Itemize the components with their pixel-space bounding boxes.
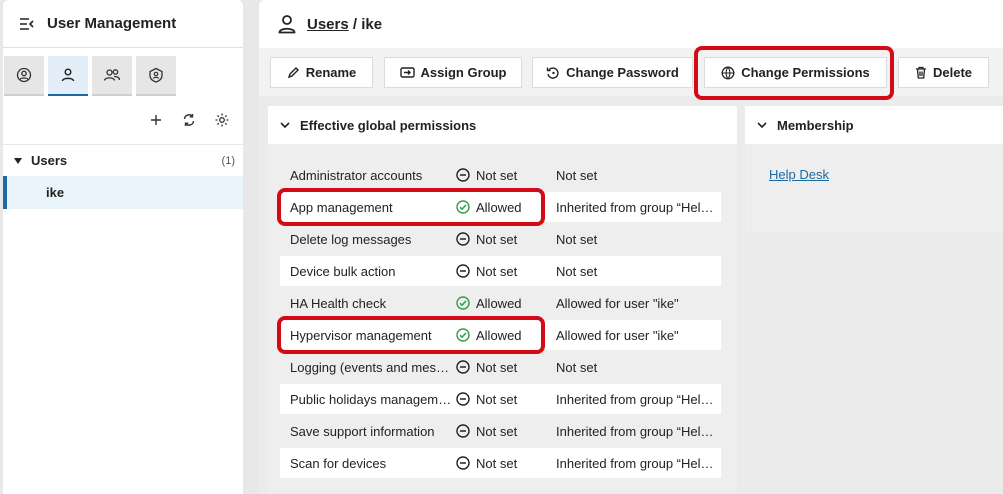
permission-name: HA Health check [290, 295, 387, 311]
icon-tabs [3, 56, 243, 96]
check-circle-icon [456, 296, 470, 310]
membership-header[interactable]: Membership [745, 106, 1003, 144]
minus-circle-icon [456, 360, 470, 374]
user-circle-icon[interactable] [4, 56, 44, 96]
permission-name: Device bulk action [290, 263, 396, 279]
minus-circle-icon [456, 168, 470, 182]
permission-status-label: Not set [476, 423, 518, 439]
minus-circle-icon [456, 232, 470, 246]
permission-source: Not set [556, 231, 598, 247]
permission-status-label: Not set [476, 263, 518, 279]
highlight-box [277, 316, 545, 354]
permissions-card: Effective global permissions Administrat… [268, 106, 737, 492]
permissions-header[interactable]: Effective global permissions [268, 106, 737, 144]
delete-button[interactable]: Delete [898, 57, 989, 88]
minus-circle-icon [456, 456, 470, 470]
permission-row: Device bulk action Not set Not set [280, 256, 721, 286]
users-icon[interactable] [92, 56, 132, 96]
breadcrumb-users-link[interactable]: Users [307, 16, 349, 33]
rename-button[interactable]: Rename [270, 57, 373, 88]
tree-actions [136, 108, 235, 132]
permission-source: Not set [556, 167, 598, 183]
permission-row: Logging (events and mes… Not set Not set [280, 352, 721, 382]
permission-status-label: Not set [476, 167, 518, 183]
membership-card: Membership Help Desk [745, 106, 1003, 232]
minus-circle-icon [456, 392, 470, 406]
chevron-down-icon [280, 121, 290, 129]
permission-row: Delete log messages Not set Not set [280, 224, 721, 254]
left-header: User Management [3, 0, 243, 48]
permission-status: Not set [456, 424, 546, 439]
tree-node-users[interactable]: Users (1) [3, 144, 243, 176]
password-reset-icon [546, 66, 560, 80]
collapse-menu-icon[interactable] [17, 14, 37, 34]
permission-source: Inherited from group “Hel… [556, 391, 714, 407]
permission-status-label: Not set [476, 359, 518, 375]
tree-node-label: Users [31, 153, 68, 168]
permission-source: Allowed for user "ike" [556, 327, 679, 343]
left-panel: User Management Users (1) ike [3, 0, 243, 494]
chevron-down-icon [757, 121, 767, 129]
highlight-box [694, 46, 894, 100]
permission-source: Inherited from group “Hel… [556, 455, 714, 471]
permission-status-label: Not set [476, 455, 518, 471]
add-icon[interactable] [143, 108, 169, 132]
app-title: User Management [47, 15, 177, 32]
permission-status-label: Allowed [476, 295, 522, 311]
permission-status: Not set [456, 456, 546, 471]
permission-source: Inherited from group “Hel… [556, 423, 714, 439]
assign-icon [399, 66, 415, 79]
permission-row: HA Health check Allowed Allowed for user "… [280, 288, 721, 318]
permission-status: Allowed [456, 296, 546, 311]
permission-status: Not set [456, 264, 546, 279]
permission-row: Public holidays managem… Not set Inherited… [280, 384, 721, 414]
permission-status: Not set [456, 168, 546, 183]
shield-user-icon[interactable] [136, 56, 176, 96]
tree-item-ike[interactable]: ike [3, 176, 243, 209]
tree-item-label: ike [46, 185, 65, 200]
breadcrumb: Users / ike [259, 0, 1003, 48]
minus-circle-icon [456, 264, 470, 278]
refresh-icon[interactable] [176, 108, 202, 132]
minus-circle-icon [456, 424, 470, 438]
toolbar: Rename Assign Group Change Password Chan… [259, 46, 1003, 100]
permission-name: Delete log messages [290, 231, 412, 247]
permission-status: Not set [456, 360, 546, 375]
group-link[interactable]: Help Desk [769, 167, 829, 182]
permission-source: Inherited from group “Hel… [556, 199, 714, 215]
trash-icon [915, 66, 927, 79]
permission-name: Scan for devices [290, 455, 387, 471]
permission-status: Not set [456, 232, 546, 247]
permission-name: Public holidays managem… [290, 391, 452, 407]
permission-row: Administrator accounts Not set Not set [280, 160, 721, 190]
permission-status-label: Not set [476, 391, 518, 407]
permission-source: Not set [556, 263, 598, 279]
permission-status: Not set [456, 392, 546, 407]
tree-node-count: (1) [221, 154, 235, 167]
permission-row: Scan for devices Not set Inherited from gr… [280, 448, 721, 478]
assign-group-button[interactable]: Assign Group [384, 57, 522, 88]
settings-sync-icon[interactable] [209, 108, 235, 132]
user-icon[interactable] [48, 56, 88, 96]
breadcrumb-current: ike [361, 15, 383, 33]
permission-row: Save support information Not set Inherited… [280, 416, 721, 446]
user-icon [278, 15, 296, 34]
permission-name: Administrator accounts [290, 167, 423, 183]
right-panel: Users / ike Rename Assign Group Change P… [259, 0, 1003, 494]
caret-down-icon[interactable] [13, 156, 23, 166]
permission-name: Logging (events and mes… [290, 359, 449, 375]
pencil-icon [287, 66, 300, 79]
permission-name: Save support information [290, 423, 435, 439]
permission-source: Not set [556, 359, 598, 375]
permission-source: Allowed for user "ike" [556, 295, 679, 311]
breadcrumb-separator: / [348, 15, 362, 33]
highlight-box [277, 188, 545, 226]
change-password-button[interactable]: Change Password [532, 57, 693, 88]
permission-status-label: Not set [476, 231, 518, 247]
